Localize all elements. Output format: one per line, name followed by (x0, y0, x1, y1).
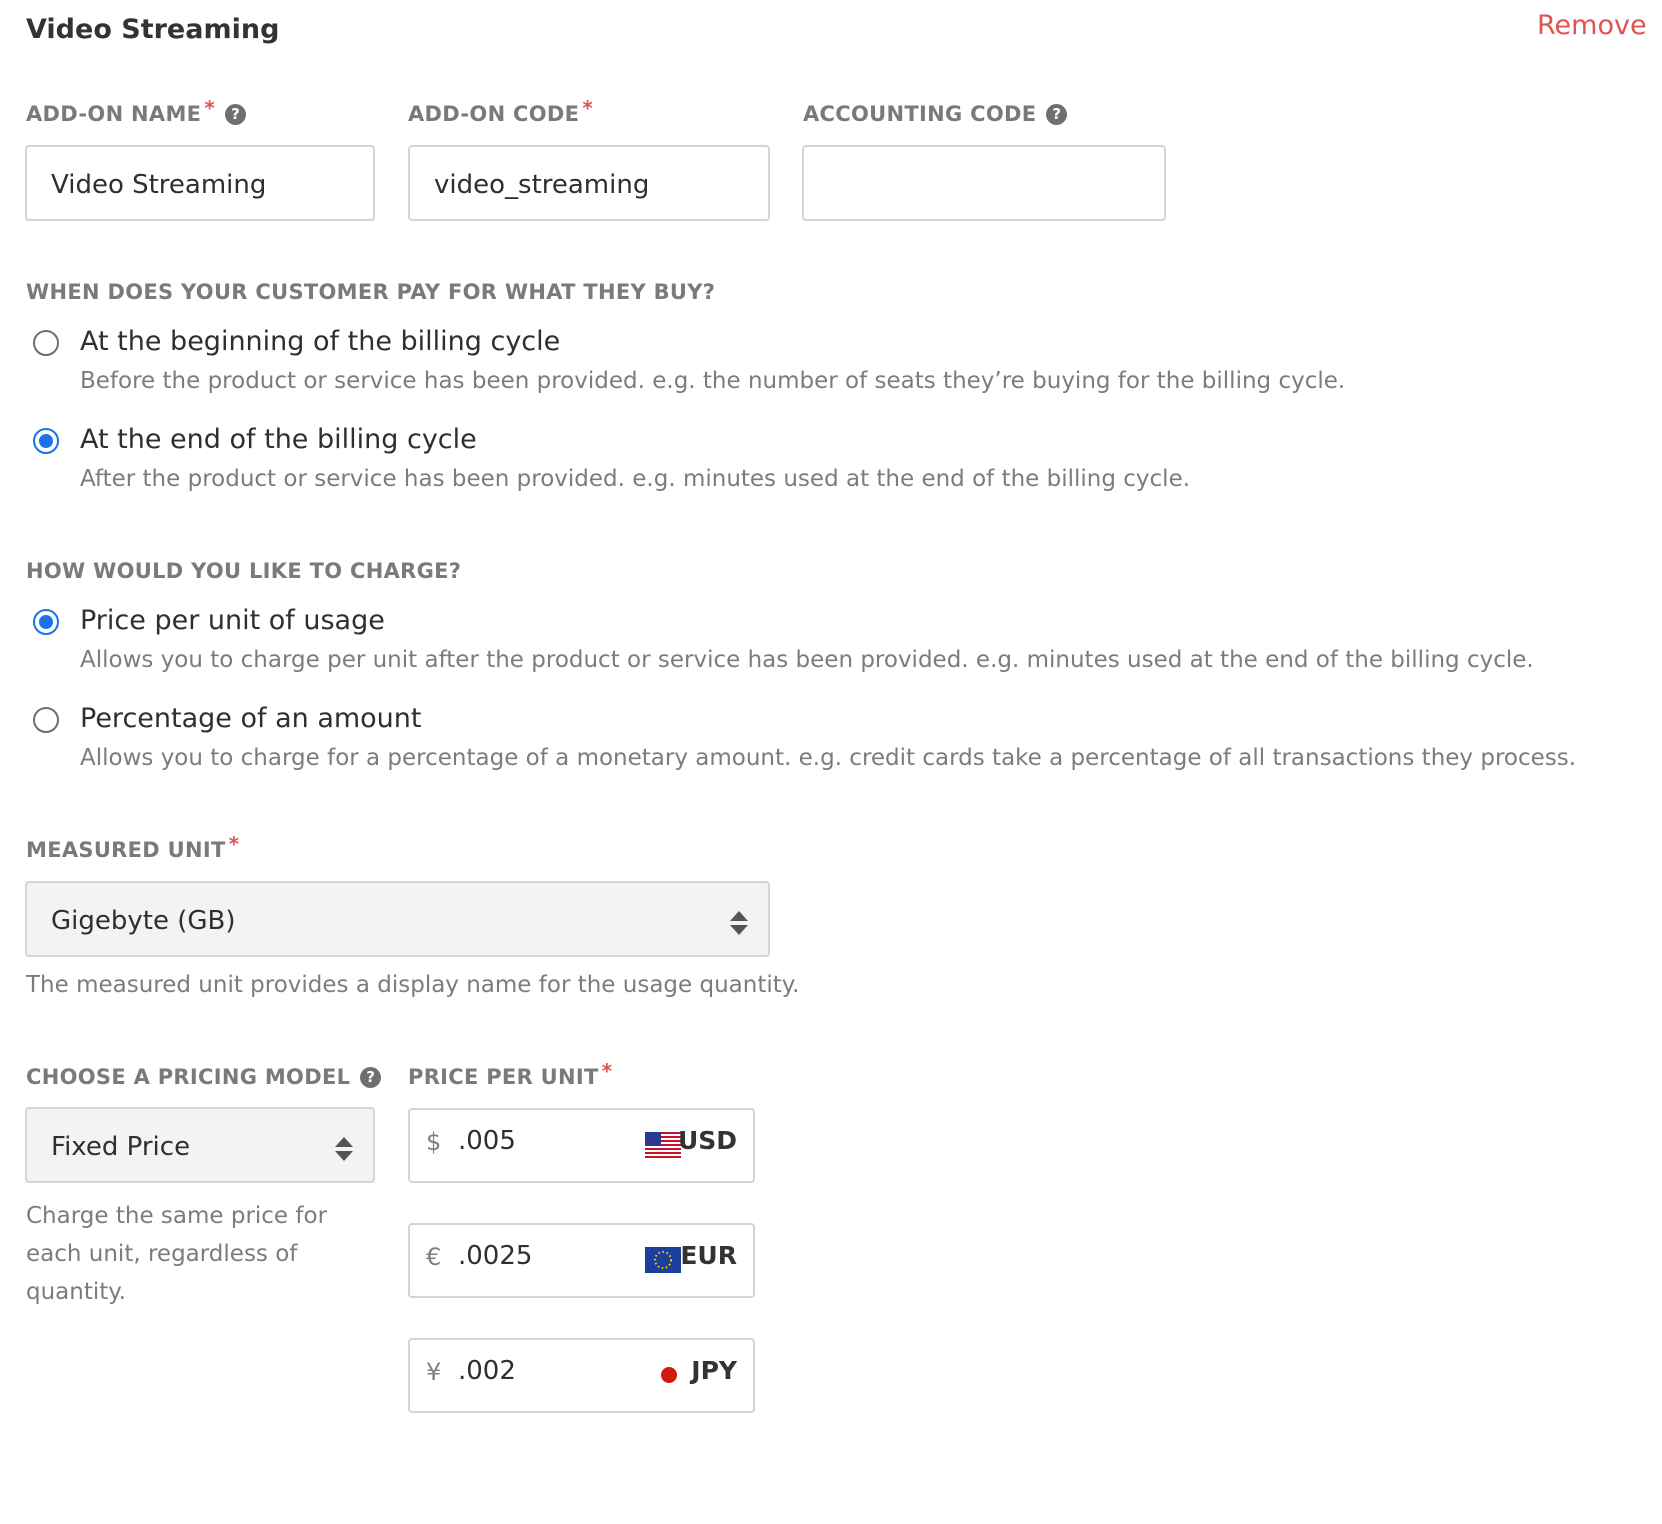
price-value[interactable]: .005 (458, 1126, 618, 1156)
addon-name-input[interactable]: Video Streaming (25, 145, 375, 221)
radio-billing-end[interactable] (33, 428, 59, 454)
price-input-usd[interactable]: $ .005 USD (408, 1108, 755, 1183)
required-marker: * (228, 832, 240, 856)
measured-unit-value: Gigebyte (GB) (51, 906, 236, 936)
help-icon[interactable]: ? (1046, 104, 1068, 125)
pricing-model-select[interactable]: Fixed Price (25, 1107, 375, 1183)
pricing-model-hint: Charge the same price for each unit, reg… (26, 1203, 328, 1305)
price-value[interactable]: .002 (458, 1356, 618, 1386)
radio-price-per-unit[interactable] (33, 609, 59, 635)
updown-arrows-icon (335, 1137, 353, 1161)
section-title: Video Streaming (26, 14, 280, 45)
help-icon[interactable]: ? (225, 104, 247, 125)
currency-code: EUR (680, 1241, 737, 1270)
option-title: Percentage of an amount (80, 703, 422, 734)
measured-unit-select[interactable]: Gigebyte (GB) (25, 881, 770, 957)
currency-code: USD (677, 1126, 737, 1155)
option-description: Before the product or service has been p… (80, 368, 1346, 394)
accounting-code-input[interactable] (802, 145, 1166, 221)
billing-timing-question: WHEN DOES YOUR CUSTOMER PAY FOR WHAT THE… (26, 280, 716, 304)
accounting-code-label: ACCOUNTING CODE? (803, 102, 1068, 126)
pricing-model-value: Fixed Price (51, 1132, 191, 1162)
required-marker: * (601, 1059, 613, 1083)
option-title: At the beginning of the billing cycle (80, 326, 561, 357)
option-description: After the product or service has been pr… (80, 466, 1191, 492)
required-marker: * (204, 96, 216, 120)
addon-name-label: ADD-ON NAME *? (26, 96, 247, 126)
eu-flag-icon (645, 1247, 681, 1273)
remove-link[interactable]: Remove (1537, 10, 1647, 41)
radio-percentage-amount[interactable] (33, 707, 59, 733)
price-input-eur[interactable]: € .0025 EUR (408, 1223, 755, 1298)
updown-arrows-icon (730, 911, 748, 935)
us-flag-icon (645, 1132, 681, 1158)
radio-billing-beginning[interactable] (33, 330, 59, 356)
addon-code-label: ADD-ON CODE * (408, 96, 594, 126)
currency-code: JPY (691, 1356, 737, 1385)
jp-flag-icon (645, 1362, 681, 1388)
currency-symbol: € (426, 1243, 442, 1271)
addon-code-input[interactable]: video_streaming (408, 145, 770, 221)
option-description: Allows you to charge for a percentage of… (80, 745, 1577, 771)
price-value[interactable]: .0025 (458, 1241, 618, 1271)
charge-type-question: HOW WOULD YOU LIKE TO CHARGE? (26, 559, 462, 583)
required-marker: * (582, 96, 594, 120)
price-per-unit-label: PRICE PER UNIT * (408, 1059, 613, 1089)
currency-symbol: $ (426, 1128, 442, 1156)
option-title: At the end of the billing cycle (80, 424, 477, 455)
option-description: Allows you to charge per unit after the … (80, 647, 1534, 673)
option-title: Price per unit of usage (80, 605, 385, 636)
help-icon[interactable]: ? (360, 1067, 382, 1088)
measured-unit-hint: The measured unit provides a display nam… (26, 972, 800, 998)
pricing-model-label: CHOOSE A PRICING MODEL? (26, 1065, 382, 1089)
price-input-jpy[interactable]: ¥ .002 JPY (408, 1338, 755, 1413)
measured-unit-label: MEASURED UNIT * (26, 832, 240, 862)
currency-symbol: ¥ (426, 1358, 442, 1386)
